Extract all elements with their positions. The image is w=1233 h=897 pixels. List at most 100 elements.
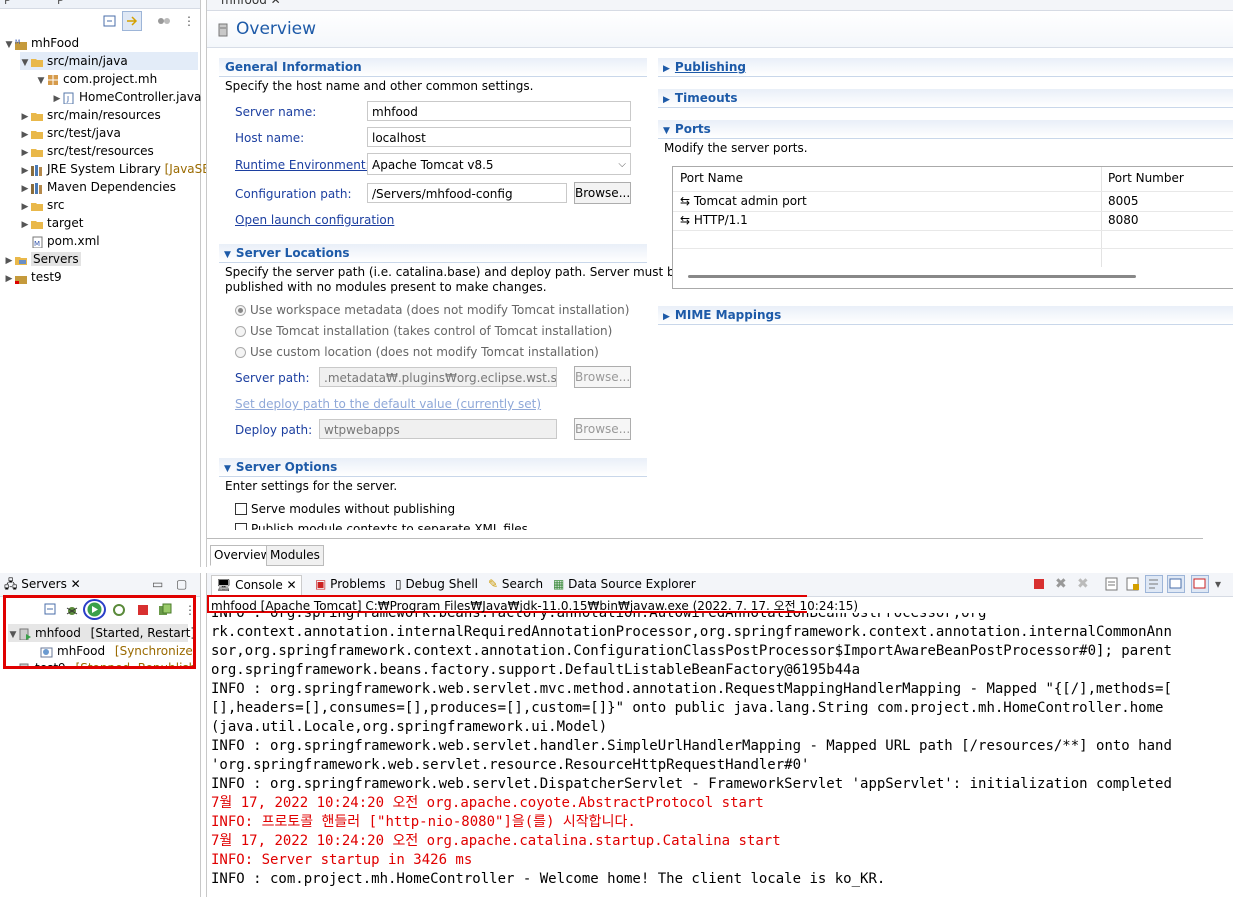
remove-all-icon[interactable]: ✖ (1077, 576, 1089, 592)
tree-item-servers[interactable]: ▶ Servers (4, 250, 81, 268)
tree-item-package[interactable]: ▼ com.project.mh (36, 70, 158, 90)
filter-icon[interactable] (157, 15, 171, 27)
open-launch-configuration-link[interactable]: Open launch configuration (235, 213, 394, 227)
tab-debug-shell[interactable]: ▯ Debug Shell (395, 575, 478, 594)
tab-modules[interactable]: Modules (266, 545, 324, 566)
server-row-test9[interactable]: ▶ test9 [Stopped, Republish] (8, 659, 193, 666)
more-icon[interactable]: ▾ (1215, 577, 1221, 591)
clear-console-icon[interactable] (1105, 577, 1119, 591)
chevron-down-icon[interactable]: ▼ (4, 36, 14, 54)
minimize-icon[interactable]: ▭ (152, 577, 163, 591)
tree-item-src[interactable]: ▶ src (20, 196, 65, 214)
serve-modules-checkbox[interactable]: Serve modules without publishing (235, 502, 455, 516)
tab-search[interactable]: ✎ Search (488, 575, 543, 594)
tab-servers[interactable]: 🖧 Servers ✕ (4, 575, 81, 594)
tree-item-jre-library[interactable]: ▶ JRE System Library [JavaSE (20, 160, 210, 178)
view-menu-icon[interactable]: ⋮ (184, 603, 193, 617)
tree-item-maven-deps[interactable]: ▶ Maven Dependencies (20, 178, 176, 196)
view-menu-icon[interactable]: ⋮ (183, 14, 195, 28)
set-default-deploy-path-link[interactable]: Set deploy path to the default value (cu… (235, 397, 541, 411)
chevron-right-icon[interactable]: ▶ (20, 216, 30, 234)
section-mime-mappings[interactable]: ▶ MIME Mappings (658, 306, 1233, 325)
folder-icon (30, 218, 44, 230)
section-server-locations[interactable]: ▼ Server Locations (219, 244, 647, 263)
host-name-field[interactable]: localhost (367, 127, 631, 147)
remove-launch-icon[interactable]: ✖ (1055, 576, 1067, 592)
tree-item-decoration: [JavaSE (164, 162, 210, 176)
module-state: [Synchronized] (114, 644, 193, 658)
maximize-icon[interactable]: ▢ (176, 577, 187, 591)
view-tab[interactable]: P (4, 0, 11, 7)
editor-tab[interactable]: mhfood ✕ (221, 0, 281, 8)
console-line: INFO : com.project.mh.HomeController - W… (211, 871, 886, 887)
tree-item-src-main-java[interactable]: ▼ src/main/java (20, 52, 198, 70)
tree-item-src-test-resources[interactable]: ▶ src/test/resources (20, 142, 154, 160)
section-ports[interactable]: ▼ Ports (658, 120, 1233, 139)
link-with-editor-icon[interactable] (122, 11, 142, 31)
collapsed-triangle-icon: ▶ (663, 312, 670, 322)
radio-tomcat-installation[interactable]: Use Tomcat installation (takes control o… (235, 324, 612, 338)
chevron-down-icon[interactable]: ▼ (36, 72, 46, 90)
column-header-port-number[interactable]: Port Number (1108, 167, 1184, 189)
radio-workspace-metadata[interactable]: Use workspace metadata (does not modify … (235, 303, 629, 317)
scroll-lock-icon[interactable] (1126, 577, 1140, 591)
configuration-path-field[interactable]: /Servers/mhfood-config (367, 183, 567, 203)
tree-item-src-main-resources[interactable]: ▶ src/main/resources (20, 106, 161, 124)
server-row-mhfood[interactable]: ▼ mhfood [Started, Restart] (8, 624, 193, 644)
section-server-options[interactable]: ▼ Server Options (219, 458, 647, 477)
tree-item-java-file[interactable]: ▶ J HomeController.java (52, 88, 202, 106)
tab-data-source-explorer[interactable]: ▦ Data Source Explorer (553, 575, 696, 594)
horizontal-scrollbar[interactable] (688, 275, 1136, 278)
publish-contexts-checkbox[interactable]: Publish module contexts to separate XML … (235, 522, 655, 530)
profile-icon[interactable] (112, 603, 126, 617)
word-wrap-icon[interactable] (1145, 575, 1163, 593)
chevron-down-icon[interactable]: ▼ (20, 54, 30, 72)
tab-console[interactable]: 🖥 Console ✕ (211, 575, 302, 595)
view-tab[interactable]: P (57, 0, 64, 7)
table-row[interactable]: ⇆ HTTP/1.1 (680, 211, 748, 230)
close-icon[interactable]: ✕ (287, 578, 297, 592)
chevron-right-icon[interactable]: ▶ (4, 270, 14, 288)
section-publishing[interactable]: ▶ Publishing (658, 58, 1233, 77)
section-general-information[interactable]: General Information (219, 58, 647, 77)
radio-custom-location[interactable]: Use custom location (does not modify Tom… (235, 345, 599, 359)
tree-item-pom[interactable]: Mpom.xml (30, 232, 100, 250)
problems-icon: ▣ (315, 577, 327, 591)
chevron-right-icon[interactable]: ▶ (8, 661, 18, 666)
publish-icon[interactable] (158, 603, 172, 617)
server-name-field[interactable]: mhfood (367, 101, 631, 121)
port-number[interactable]: 8005 (1108, 192, 1139, 211)
browse-button[interactable]: Browse... (574, 418, 631, 440)
show-on-error-icon[interactable] (1191, 575, 1209, 593)
stop-server-icon[interactable] (137, 604, 149, 616)
close-icon[interactable]: ✕ (271, 0, 281, 7)
tree-item-test9[interactable]: ▶ test9 (4, 268, 62, 286)
module-row-mhfood[interactable]: mhFood [Synchronized] (40, 642, 193, 660)
tree-item-mhfood-project[interactable]: ▼ MmhFood (4, 34, 80, 54)
server-path-field[interactable]: .metadata₩.plugins₩org.eclipse.wst.serve… (319, 367, 557, 387)
browse-button[interactable]: Browse... (574, 182, 631, 204)
start-server-button[interactable] (83, 599, 106, 620)
close-icon[interactable]: ✕ (71, 577, 81, 591)
section-timeouts[interactable]: ▶ Timeouts (658, 89, 1233, 108)
tab-overview[interactable]: Overview (210, 545, 275, 566)
chevron-down-icon[interactable]: ▼ (8, 626, 18, 644)
table-row[interactable]: ⇆ Tomcat admin port (680, 192, 807, 211)
tree-item-src-test-java[interactable]: ▶ src/test/java (20, 124, 121, 142)
browse-button[interactable]: Browse... (574, 366, 631, 388)
collapse-all-icon[interactable] (44, 603, 57, 616)
server-state: [Started, Restart] (90, 626, 196, 640)
console-output[interactable]: INFO : org.springframework.beans.factory… (207, 613, 1233, 897)
runtime-environment-link[interactable]: Runtime Environment: (235, 158, 370, 172)
tab-problems[interactable]: ▣ Problems (315, 575, 385, 594)
tree-item-target[interactable]: ▶ target (20, 214, 84, 232)
terminate-icon[interactable] (1033, 578, 1045, 590)
deploy-path-field[interactable]: wtpwebapps (319, 419, 557, 439)
port-number[interactable]: 8080 (1108, 211, 1139, 230)
runtime-environment-select[interactable]: Apache Tomcat v8.5 ⌵ (367, 153, 631, 175)
collapse-all-icon[interactable] (103, 14, 117, 28)
column-header-port-name[interactable]: Port Name (680, 167, 743, 189)
section-description: published with no modules present to mak… (225, 280, 547, 294)
debug-icon[interactable] (65, 603, 79, 617)
show-on-output-icon[interactable] (1167, 575, 1185, 593)
